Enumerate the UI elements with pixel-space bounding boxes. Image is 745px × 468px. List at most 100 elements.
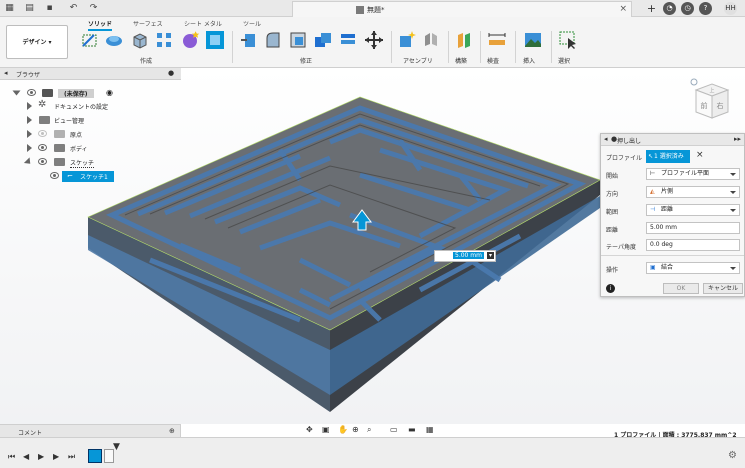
timeline: ⏮ ◀ ▶ ▶ ⏭ ▼ ⚙ (0, 437, 745, 468)
tab-sheet-metal[interactable]: シート メタル (184, 19, 222, 28)
home-view-icon[interactable] (690, 78, 698, 86)
save-icon[interactable]: ▪ (44, 3, 55, 14)
start-value: プロファイル平面 (661, 170, 710, 177)
group-select-label[interactable]: 選択 (558, 56, 570, 65)
distance-input[interactable]: 5.00 mm (646, 222, 740, 234)
select-icon[interactable] (558, 30, 578, 50)
look-at-icon[interactable]: ▣ (322, 425, 330, 434)
extent-select[interactable]: ⊣ 距離 (646, 204, 740, 216)
dialog-header[interactable]: ◂ ● 押し出し ▸▸ (601, 134, 744, 146)
tab-surface[interactable]: サーフェス (133, 19, 163, 28)
group-create-label[interactable]: 作成 (140, 56, 152, 65)
step-back-icon[interactable]: ◀ (23, 452, 29, 461)
play-icon[interactable]: ▶ (38, 452, 44, 461)
undo-icon[interactable]: ↶ (68, 3, 79, 14)
group-assemble-label[interactable]: アセンブリ (403, 56, 433, 65)
taper-angle-input[interactable]: 0.0 deg (646, 239, 740, 251)
gear-icon: ✲ (38, 99, 47, 110)
pan-icon[interactable]: ✋ (338, 425, 348, 434)
ok-button[interactable]: OK (663, 283, 699, 294)
document-tab[interactable]: 無題* × (292, 1, 632, 17)
viewports-icon[interactable]: ▦ (426, 425, 434, 434)
grid-snap-icon[interactable]: ▬ (408, 425, 416, 434)
expand-down-icon[interactable] (23, 157, 34, 167)
operation-select[interactable]: ▣ 結合 (646, 262, 740, 274)
insert-image-icon[interactable] (523, 30, 543, 50)
close-tab-icon[interactable]: × (619, 4, 627, 14)
expand-down-icon[interactable] (12, 90, 21, 96)
help-icon[interactable]: ? (699, 2, 712, 15)
extensions-icon[interactable]: ◔ (663, 2, 676, 15)
step-forward-icon[interactable]: ▶ (53, 452, 59, 461)
visibility-eye-icon[interactable] (38, 158, 47, 165)
visibility-eye-icon[interactable] (38, 130, 47, 137)
collapse-icon[interactable]: ◂ (4, 69, 8, 77)
offset-plane-icon[interactable] (455, 30, 475, 50)
go-to-end-icon[interactable]: ⏭ (68, 452, 75, 462)
collapse-icon[interactable]: ◂ (604, 135, 608, 143)
timeline-settings-icon[interactable]: ⚙ (728, 450, 737, 461)
expand-right-icon[interactable] (27, 116, 32, 124)
dimension-value[interactable]: 5.00 mm (453, 252, 484, 259)
comments-add-icon[interactable]: ⊕ (169, 427, 175, 435)
fillet-icon[interactable] (263, 30, 283, 50)
start-select[interactable]: ⊢ プロファイル平面 (646, 168, 740, 180)
timeline-marker-icon[interactable]: ▼ (113, 442, 120, 452)
shell-icon[interactable] (288, 30, 308, 50)
offset-faces-icon[interactable] (338, 30, 358, 50)
new-component-icon[interactable] (397, 30, 417, 50)
visibility-eye-icon[interactable] (50, 172, 59, 179)
job-status-icon[interactable]: ◷ (681, 2, 694, 15)
expand-icon[interactable]: ▸▸ (734, 135, 741, 143)
expand-right-icon[interactable] (27, 130, 32, 138)
component-icon (42, 89, 53, 97)
new-tab-icon[interactable]: + (646, 3, 657, 14)
combine-icon[interactable] (180, 30, 200, 50)
group-inspect-label[interactable]: 検査 (487, 56, 499, 65)
timeline-sketch-feature[interactable] (88, 449, 102, 463)
group-modify-label[interactable]: 修正 (300, 56, 312, 65)
go-to-start-icon[interactable]: ⏮ (8, 452, 15, 462)
direction-select[interactable]: ◭ 片側 (646, 186, 740, 198)
display-settings-icon[interactable]: ▭ (390, 425, 398, 434)
joint-icon[interactable] (421, 30, 441, 50)
move-icon[interactable] (364, 30, 384, 50)
comments-panel[interactable]: コメント ⊕ (0, 424, 181, 437)
create-sketch-icon[interactable] (80, 30, 100, 50)
start-label: 開始 (606, 173, 619, 180)
group-insert-label[interactable]: 挿入 (523, 56, 535, 65)
dimension-input[interactable]: 5.00 mm ▾ (434, 250, 496, 262)
create-form-icon[interactable] (104, 30, 124, 50)
visibility-eye-icon[interactable] (38, 144, 47, 151)
maze-model[interactable] (80, 95, 600, 425)
grid-menu-icon[interactable]: ▦ (4, 3, 15, 14)
expand-right-icon[interactable] (27, 144, 32, 152)
tab-tools[interactable]: ツール (243, 19, 261, 28)
file-icon[interactable]: ▤ (24, 3, 35, 14)
info-icon[interactable]: i (606, 284, 615, 293)
cancel-button[interactable]: キャンセル (703, 283, 743, 294)
extrude-icon[interactable] (130, 30, 150, 50)
fit-icon[interactable]: ⌕ (367, 425, 371, 435)
workspace-switcher[interactable]: デザイン ▾ (6, 25, 68, 59)
zoom-icon[interactable]: ⊕ (352, 425, 359, 434)
expand-right-icon[interactable] (27, 102, 32, 110)
redo-icon[interactable]: ↷ (88, 3, 99, 14)
clear-selection-icon[interactable]: × (696, 150, 704, 160)
group-construct-label[interactable]: 構築 (455, 56, 467, 65)
browser-pin-icon[interactable]: ● (168, 69, 174, 77)
press-pull-icon[interactable] (239, 30, 259, 50)
ribbon-separator (551, 31, 552, 63)
selected-tool-icon[interactable] (205, 30, 225, 50)
pattern-icon[interactable] (154, 30, 174, 50)
viewcube[interactable]: 上 前 右 (688, 78, 736, 130)
combine-bodies-icon[interactable] (313, 30, 333, 50)
measure-icon[interactable] (487, 30, 507, 50)
chevron-down-icon (730, 191, 736, 194)
user-avatar[interactable]: HH (724, 2, 737, 15)
dimension-dropdown-icon[interactable]: ▾ (487, 252, 495, 259)
orbit-icon[interactable]: ✥ (306, 425, 313, 434)
browser-panel-header[interactable]: ◂ ブラウザ ● (0, 68, 181, 80)
visibility-eye-icon[interactable] (27, 89, 36, 96)
profile-select-button[interactable]: ↖ 1 選択済み (646, 150, 690, 163)
